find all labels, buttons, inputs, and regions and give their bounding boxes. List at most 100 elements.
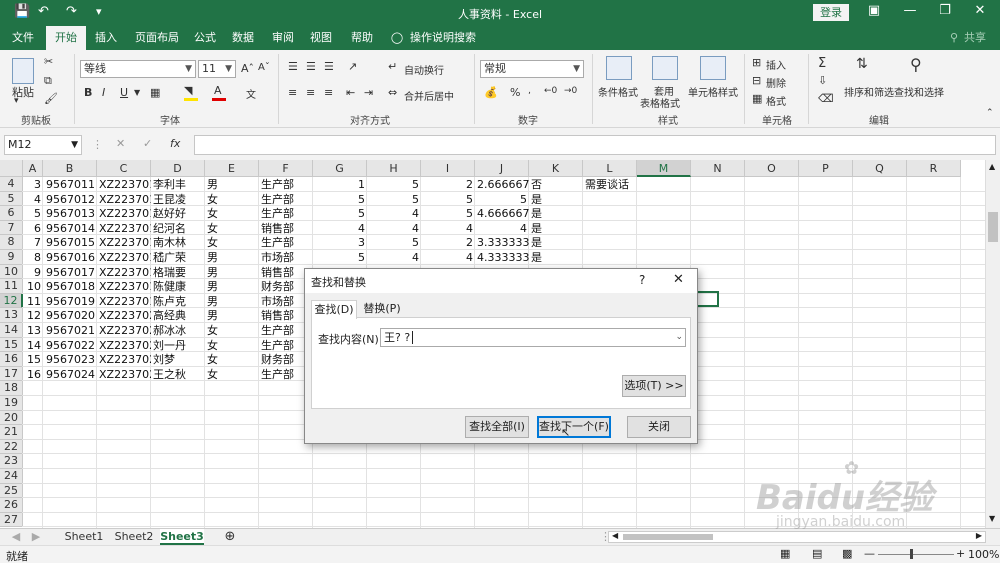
cell[interactable]: XZ223701 bbox=[97, 279, 151, 294]
find-select-button[interactable]: 查找和选择 bbox=[894, 84, 944, 99]
fill-color-icon[interactable]: ◥ bbox=[184, 84, 192, 97]
cell[interactable]: 10 bbox=[23, 279, 43, 294]
cell[interactable]: 女 bbox=[205, 221, 259, 236]
cell[interactable]: 9567021 bbox=[43, 323, 97, 338]
align-center-icon[interactable]: ≡ bbox=[306, 86, 315, 99]
dialog-close-icon[interactable]: ✕ bbox=[673, 272, 684, 287]
conditional-format-icon[interactable] bbox=[606, 56, 632, 80]
delete-cells-icon[interactable]: ⊟ bbox=[752, 74, 761, 87]
align-left-icon[interactable]: ≡ bbox=[288, 86, 297, 99]
dialog-close-button[interactable]: 关闭 bbox=[627, 416, 691, 438]
cell[interactable]: 女 bbox=[205, 352, 259, 367]
row-header-27[interactable]: 27 bbox=[0, 512, 23, 528]
cell[interactable]: 4 bbox=[367, 221, 421, 236]
conditional-format-button[interactable]: 条件格式 bbox=[598, 84, 638, 99]
column-header-o[interactable]: O bbox=[745, 160, 799, 177]
row-header-25[interactable]: 25 bbox=[0, 483, 23, 499]
zoom-slider[interactable] bbox=[878, 554, 954, 555]
scroll-left-icon[interactable]: ◀ bbox=[612, 531, 618, 540]
cell[interactable]: 9 bbox=[23, 265, 43, 280]
cell[interactable]: 4 bbox=[421, 221, 475, 236]
minimize-icon[interactable]: — bbox=[900, 3, 920, 18]
decrease-font-icon[interactable]: Aˇ bbox=[258, 62, 270, 73]
orientation-icon[interactable]: ↗ bbox=[348, 60, 357, 73]
cell[interactable]: 王之秋 bbox=[151, 367, 205, 382]
font-name-select[interactable]: 等线 ▼ bbox=[80, 60, 196, 78]
tab-file[interactable]: 文件 bbox=[6, 26, 40, 50]
percent-button[interactable]: % bbox=[510, 86, 520, 99]
cell[interactable]: 5 bbox=[313, 206, 367, 221]
merge-center-button[interactable]: 合并后居中 bbox=[404, 88, 454, 103]
cell[interactable]: 15 bbox=[23, 352, 43, 367]
cell[interactable]: 否 bbox=[529, 177, 583, 192]
autosum-button[interactable]: Σ bbox=[818, 56, 826, 71]
chevron-down-icon[interactable]: ▼ bbox=[134, 88, 140, 97]
format-painter-icon[interactable]: 🖌 bbox=[44, 92, 58, 105]
cell[interactable]: 5 bbox=[421, 206, 475, 221]
options-button[interactable]: 选项(T) >> bbox=[622, 375, 686, 397]
format-cells-button[interactable]: 格式 bbox=[766, 93, 786, 108]
column-header-k[interactable]: K bbox=[529, 160, 583, 177]
enter-icon[interactable]: ✓ bbox=[143, 137, 152, 150]
cell[interactable]: 纪河名 bbox=[151, 221, 205, 236]
login-button[interactable]: 登录 bbox=[813, 4, 849, 21]
cell[interactable]: XZ223701 bbox=[97, 177, 151, 192]
cell[interactable]: 6 bbox=[23, 221, 43, 236]
scroll-thumb[interactable] bbox=[988, 212, 998, 242]
cell[interactable]: 女 bbox=[205, 235, 259, 250]
row-header-21[interactable]: 21 bbox=[0, 425, 23, 440]
share-icon[interactable]: ⚲ bbox=[948, 26, 960, 50]
row-header-19[interactable]: 19 bbox=[0, 396, 23, 411]
format-table-label-2[interactable]: 表格格式 bbox=[640, 95, 680, 110]
prev-sheet-icon[interactable]: ◀ bbox=[10, 529, 22, 545]
search-icon[interactable]: ⚲ bbox=[910, 55, 922, 74]
cell[interactable]: 生产部 bbox=[259, 206, 313, 221]
phonetic-icon[interactable]: 文 bbox=[246, 86, 256, 101]
cell[interactable]: 生产部 bbox=[259, 192, 313, 207]
cell[interactable]: 5 bbox=[367, 235, 421, 250]
cell[interactable]: 刘一丹 bbox=[151, 338, 205, 353]
insert-function-button[interactable]: fx bbox=[170, 137, 180, 150]
cell[interactable]: 南木林 bbox=[151, 235, 205, 250]
zoom-in-icon[interactable]: + bbox=[956, 547, 965, 560]
tab-data[interactable]: 数据 bbox=[228, 26, 258, 50]
row-header-22[interactable]: 22 bbox=[0, 439, 23, 455]
cell-styles-icon[interactable] bbox=[700, 56, 726, 80]
add-sheet-icon[interactable]: ⊕ bbox=[222, 529, 238, 545]
paste-icon[interactable] bbox=[12, 58, 34, 84]
cell[interactable]: 9567016 bbox=[43, 250, 97, 265]
select-all-corner[interactable] bbox=[0, 160, 23, 177]
formula-input[interactable] bbox=[194, 135, 996, 155]
cell[interactable]: 格瑞要 bbox=[151, 265, 205, 280]
italic-button[interactable]: I bbox=[102, 86, 105, 99]
cell[interactable]: 男 bbox=[205, 265, 259, 280]
cell[interactable]: 是 bbox=[529, 235, 583, 250]
tab-find[interactable]: 查找(D) bbox=[311, 300, 357, 319]
underline-button[interactable]: U bbox=[120, 86, 128, 99]
align-top-icon[interactable]: ☰ bbox=[288, 60, 298, 73]
row-header-10[interactable]: 10 bbox=[0, 264, 23, 280]
cell[interactable]: 5 bbox=[367, 177, 421, 192]
cell[interactable]: 5 bbox=[475, 192, 529, 207]
maximize-icon[interactable]: ❐ bbox=[935, 3, 955, 18]
vertical-scrollbar[interactable]: ▲ ▼ bbox=[985, 160, 1000, 528]
insert-cells-icon[interactable]: ⊞ bbox=[752, 56, 761, 69]
cell[interactable]: 9567013 bbox=[43, 206, 97, 221]
merge-icon[interactable]: ⇔ bbox=[388, 86, 397, 99]
cell[interactable]: 女 bbox=[205, 323, 259, 338]
cell[interactable]: 9567012 bbox=[43, 192, 97, 207]
tab-home[interactable]: 开始 bbox=[46, 26, 86, 50]
row-header-15[interactable]: 15 bbox=[0, 337, 23, 353]
cell[interactable]: 4 bbox=[367, 206, 421, 221]
name-box[interactable]: M12 ▼ bbox=[4, 135, 82, 155]
cell[interactable]: 9567018 bbox=[43, 279, 97, 294]
cell[interactable]: 9567015 bbox=[43, 235, 97, 250]
tab-review[interactable]: 审阅 bbox=[268, 26, 298, 50]
cell[interactable]: 市场部 bbox=[259, 250, 313, 265]
ribbon-display-icon[interactable]: ▣ bbox=[864, 3, 884, 18]
row-header-12[interactable]: 12 bbox=[0, 293, 23, 309]
cell[interactable]: 4 bbox=[367, 250, 421, 265]
collapse-ribbon-icon[interactable]: ⌃ bbox=[986, 108, 994, 118]
cell[interactable]: 李利丰 bbox=[151, 177, 205, 192]
sheet-tab-sheet2[interactable]: Sheet2 bbox=[110, 529, 158, 545]
